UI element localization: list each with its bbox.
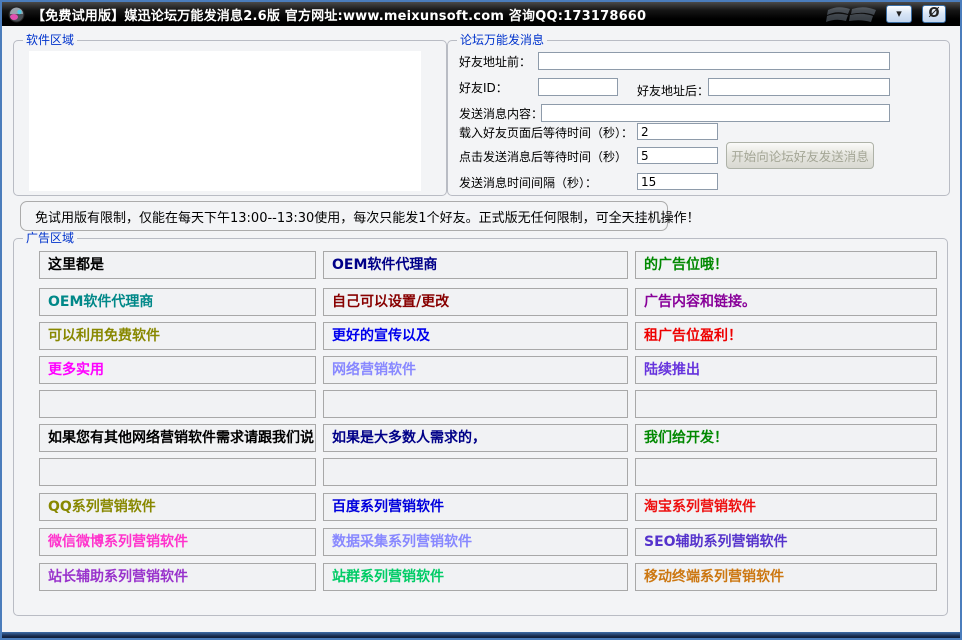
ad-cell: 站群系列营销软件	[323, 563, 628, 591]
interval-label: 发送消息时间间隔（秒）：	[459, 174, 597, 192]
ad-cell: 站长辅助系列营销软件	[39, 563, 316, 591]
message-content-input[interactable]	[541, 104, 890, 122]
ad-cell	[635, 458, 937, 486]
wait-load-input[interactable]	[637, 123, 718, 140]
message-form-group: 论坛万能发消息 好友地址前： 好友ID： 好友地址后： 发送消息内容： 载入好友…	[447, 40, 950, 196]
ad-cell: OEM软件代理商	[39, 288, 316, 316]
ad-cell	[39, 458, 316, 486]
window-title: 【免费试用版】媒迅论坛万能发消息2.6版 官方网址:www.meixunsoft…	[32, 5, 646, 24]
message-content-label: 发送消息内容：	[459, 105, 543, 123]
addr-prefix-label: 好友地址前：	[459, 53, 531, 71]
app-icon	[8, 6, 25, 23]
window-bottom-edge	[2, 632, 960, 638]
ad-cell: 如果是大多数人需求的，	[323, 424, 628, 452]
ad-cell: 微信微博系列营销软件	[39, 528, 316, 556]
ad-cell: 数据采集系列营销软件	[323, 528, 628, 556]
wait-load-label: 载入好友页面后等待时间（秒）：	[459, 124, 633, 142]
ad-cell: QQ系列营销软件	[39, 493, 316, 521]
friend-id-input[interactable]	[538, 78, 618, 96]
message-form-label: 论坛万能发消息	[457, 33, 547, 48]
ad-cell	[39, 390, 316, 418]
ad-cell	[635, 390, 937, 418]
ad-cell: OEM软件代理商	[323, 251, 628, 279]
app-window: 【免费试用版】媒迅论坛万能发消息2.6版 官方网址:www.meixunsoft…	[0, 0, 962, 640]
ad-cell	[323, 390, 628, 418]
windows-flag-icon	[824, 3, 882, 26]
addr-suffix-input[interactable]	[708, 78, 890, 96]
title-bar: 【免费试用版】媒迅论坛万能发消息2.6版 官方网址:www.meixunsoft…	[2, 2, 960, 26]
software-area-label: 软件区域	[23, 33, 77, 48]
wait-click-input[interactable]	[637, 147, 718, 164]
close-button[interactable]: Ø	[922, 5, 946, 23]
ad-cell: SEO辅助系列营销软件	[635, 528, 937, 556]
trial-notice-text: 免试用版有限制，仅能在每天下午13:00--13:30使用，每次只能发1个好友。…	[35, 207, 700, 226]
ad-cell: 我们给开发！	[635, 424, 937, 452]
ad-cell: 租广告位盈利！	[635, 322, 937, 350]
trial-notice: 免试用版有限制，仅能在每天下午13:00--13:30使用，每次只能发1个好友。…	[20, 201, 668, 231]
ad-cell: 陆续推出	[635, 356, 937, 384]
addr-prefix-input[interactable]	[538, 52, 890, 70]
software-area-group: 软件区域	[13, 40, 447, 196]
ad-cell: 网络营销软件	[323, 356, 628, 384]
ad-cell: 更多实用	[39, 356, 316, 384]
addr-suffix-label: 好友地址后：	[637, 82, 709, 100]
ad-cell	[323, 458, 628, 486]
ad-cell: 这里都是	[39, 251, 316, 279]
ad-cell: 如果您有其他网络营销软件需求请跟我们说，	[39, 424, 316, 452]
ad-cell: 百度系列营销软件	[323, 493, 628, 521]
ad-cell: 淘宝系列营销软件	[635, 493, 937, 521]
ad-area-label: 广告区域	[23, 231, 77, 246]
ad-cell: 的广告位哦！	[635, 251, 937, 279]
ad-cell: 广告内容和链接。	[635, 288, 937, 316]
ad-cell: 可以利用免费软件	[39, 322, 316, 350]
interval-input[interactable]	[637, 173, 718, 190]
software-display-area	[29, 51, 421, 191]
start-send-button[interactable]: 开始向论坛好友发送消息	[726, 142, 874, 169]
ad-cell: 自己可以设置/更改	[323, 288, 628, 316]
friend-id-label: 好友ID：	[459, 79, 508, 97]
wait-click-label: 点击发送消息后等待时间（秒）	[459, 148, 627, 166]
ad-cell: 更好的宣传以及	[323, 322, 628, 350]
titlebar-menu-button[interactable]: ▾	[886, 5, 912, 23]
ad-cell: 移动终端系列营销软件	[635, 563, 937, 591]
ad-area-group: 广告区域 这里都是 OEM软件代理商 的广告位哦！ OEM软件代理商 自己可以设…	[13, 238, 948, 616]
